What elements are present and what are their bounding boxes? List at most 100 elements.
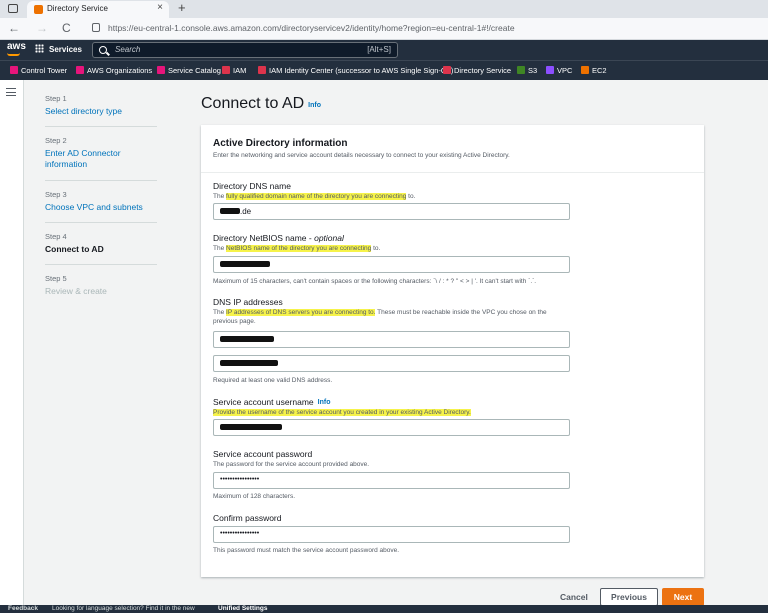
dns-ip-value (220, 335, 274, 344)
netbios-value (220, 260, 270, 269)
info-link[interactable]: Info (318, 399, 331, 406)
iam-icon (222, 66, 230, 74)
svc-password-description: The password for the service account pro… (213, 461, 370, 468)
dns-ips-constraint: Required at least one valid DNS address. (213, 377, 333, 384)
redacted-text (220, 261, 270, 267)
svc-username-input[interactable] (213, 419, 570, 436)
step-number: Step 1 (45, 94, 67, 103)
netbios-label: Directory NetBIOS name - optional (213, 233, 344, 243)
url-text[interactable]: https://eu-central-1.console.aws.amazon.… (108, 23, 515, 33)
redacted-text (220, 424, 282, 430)
confirm-password-value: •••••••••••••••• (220, 530, 260, 537)
s3-icon (517, 66, 525, 74)
directory-service-favicon-icon (34, 5, 43, 14)
favorite-directory-service[interactable]: Directory Service (443, 66, 511, 75)
confirm-password-input[interactable]: •••••••••••••••• (213, 526, 570, 543)
svc-password-input[interactable]: •••••••••••••••• (213, 472, 570, 489)
favorite-iam[interactable]: IAM (222, 66, 246, 75)
confirm-password-constraint: This password must match the service acc… (213, 547, 400, 554)
tab-title: Directory Service (47, 4, 108, 13)
previous-button[interactable]: Previous (600, 588, 658, 606)
favorite-organizations[interactable]: AWS Organizations (76, 66, 152, 75)
svc-password-label: Service account password (213, 449, 313, 459)
redacted-text (220, 336, 274, 342)
favorite-ec2[interactable]: EC2 (581, 66, 607, 75)
favorite-iam-identity-center[interactable]: IAM Identity Center (successor to AWS Si… (258, 66, 453, 75)
forward-icon[interactable]: → (36, 21, 48, 35)
panel-title: Active Directory information (213, 138, 348, 149)
search-shortcut: [Alt+S] (367, 45, 391, 54)
step-divider (45, 222, 157, 223)
reload-icon[interactable]: C (62, 21, 71, 35)
favorites-bar: Control Tower AWS Organizations Service … (0, 60, 768, 80)
dns-name-value: .de (220, 207, 251, 216)
dns-ips-label: DNS IP addresses (213, 297, 283, 307)
browser-tab[interactable]: Directory Service × (27, 1, 169, 18)
console-footer: Feedback Looking for language selection?… (0, 605, 768, 613)
svc-username-label: Service account username Info (213, 397, 331, 407)
step-current-connect-to-ad: Connect to AD (45, 244, 104, 254)
aws-smile-icon (7, 53, 20, 56)
wizard-step-1: Step 1 Select directory type (45, 94, 160, 117)
directory-service-icon (443, 66, 451, 74)
step-link-choose-vpc-subnets[interactable]: Choose VPC and subnets (45, 202, 160, 213)
step-number: Step 2 (45, 136, 67, 145)
confirm-password-label: Confirm password (213, 513, 282, 523)
ec2-icon (581, 66, 589, 74)
control-tower-icon (10, 66, 18, 74)
aws-logo[interactable]: aws (7, 41, 26, 52)
step-link-enter-ad-connector-info[interactable]: Enter AD Connector information (45, 148, 160, 170)
address-bar: ← → C https://eu-central-1.console.aws.a… (0, 18, 768, 40)
wizard-step-2: Step 2 Enter AD Connector information (45, 136, 160, 170)
step-divider (45, 264, 157, 265)
menu-icon[interactable] (6, 88, 16, 96)
browser-tab-bar: Directory Service × + (0, 0, 768, 18)
favorite-vpc[interactable]: VPC (546, 66, 572, 75)
unified-settings-link[interactable]: Unified Settings (218, 605, 267, 612)
services-menu-button[interactable]: Services (35, 44, 82, 54)
step-number: Step 3 (45, 190, 67, 199)
cancel-button[interactable]: Cancel (560, 592, 588, 602)
window-menu-icon[interactable] (8, 4, 18, 13)
panel-divider (201, 172, 704, 173)
side-nav-rail (0, 80, 24, 605)
step-link-select-directory-type[interactable]: Select directory type (45, 106, 160, 117)
favorite-control-tower[interactable]: Control Tower (10, 66, 67, 75)
lock-icon[interactable] (92, 23, 100, 32)
url-field[interactable]: https://eu-central-1.console.aws.amazon.… (84, 21, 756, 37)
redacted-text (220, 208, 240, 214)
netbios-constraint: Maximum of 15 characters, can't contain … (213, 278, 537, 285)
svc-password-value: •••••••••••••••• (220, 476, 260, 483)
favorite-s3[interactable]: S3 (517, 66, 537, 75)
dns-ip-input-1[interactable] (213, 331, 570, 348)
panel-description: Enter the networking and service account… (213, 152, 510, 159)
feedback-link[interactable]: Feedback (8, 605, 38, 612)
grid-icon (35, 44, 44, 53)
search-icon (99, 46, 107, 54)
wizard-step-3: Step 3 Choose VPC and subnets (45, 190, 160, 213)
tab-close-icon[interactable]: × (157, 2, 163, 13)
aws-top-nav: aws Services Search [Alt+S] (0, 40, 768, 60)
dns-ips-description: The IP addresses of DNS servers you are … (213, 309, 547, 325)
dns-name-label: Directory DNS name (213, 181, 291, 191)
dns-name-input[interactable]: .de (213, 203, 570, 220)
vpc-icon (546, 66, 554, 74)
dns-name-description: The fully qualified domain name of the d… (213, 193, 416, 200)
favorite-service-catalog[interactable]: Service Catalog (157, 66, 221, 75)
info-link[interactable]: Info (308, 102, 321, 109)
step-divider (45, 126, 157, 127)
next-button[interactable]: Next (662, 588, 704, 606)
svc-username-value (220, 423, 282, 432)
back-icon[interactable]: ← (8, 21, 20, 35)
redacted-text (220, 360, 278, 366)
new-tab-icon[interactable]: + (178, 0, 186, 15)
dns-ip-input-2[interactable] (213, 355, 570, 372)
step-number: Step 4 (45, 232, 67, 241)
console-search-input[interactable]: Search [Alt+S] (92, 42, 398, 58)
identity-center-icon (258, 66, 266, 74)
netbios-description: The NetBIOS name of the directory you ar… (213, 245, 381, 252)
svc-password-constraint: Maximum of 128 characters. (213, 493, 296, 500)
step-review-create: Review & create (45, 286, 107, 296)
wizard-step-5: Step 5 Review & create (45, 274, 160, 297)
netbios-input[interactable] (213, 256, 570, 273)
